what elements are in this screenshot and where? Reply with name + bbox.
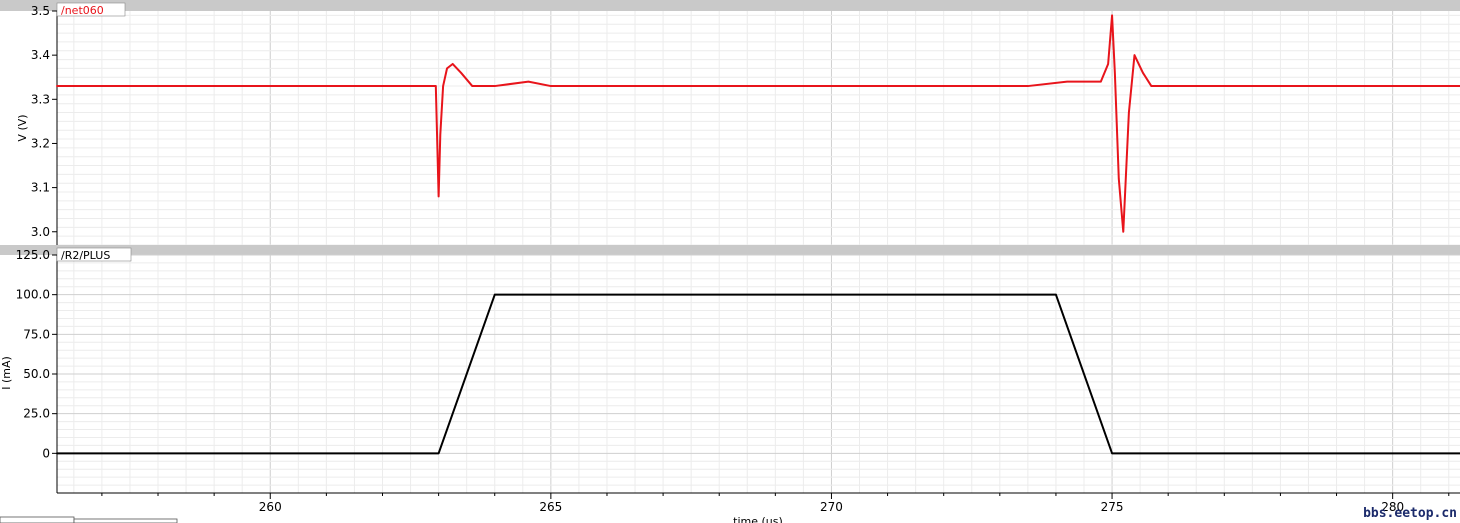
voltage-y-tick-label: 3.5 bbox=[31, 4, 50, 18]
status-box-secondary[interactable] bbox=[73, 518, 178, 523]
current-y-tick-label: 100.0 bbox=[16, 288, 50, 302]
watermark: bbs.eetop.cn bbox=[1363, 506, 1457, 521]
voltage-y-axis-label: V (V) bbox=[16, 114, 29, 141]
current-trace-name: /R2/PLUS bbox=[61, 249, 110, 262]
time-x-tick-label: 270 bbox=[820, 500, 843, 514]
voltage-y-tick-label: 3.3 bbox=[31, 92, 50, 106]
time-x-tick-label: 265 bbox=[539, 500, 562, 514]
waveform-viewer: /net060 3.0 3.1 3.2 3.3 3.4 3.5 V (V) /R2/PLU… bbox=[0, 0, 1460, 523]
current-y-axis-label: I (mA) bbox=[0, 356, 13, 390]
top-strip bbox=[0, 0, 1460, 11]
current-panel: /R2/PLUS 025.050.075.0100.0125.0 I (mA) … bbox=[0, 247, 1460, 523]
voltage-trace-name: /net060 bbox=[61, 4, 104, 17]
current-y-tick-label: 25.0 bbox=[23, 407, 50, 421]
current-y-tick-label: 75.0 bbox=[23, 327, 50, 341]
panel-separator[interactable] bbox=[0, 245, 1460, 255]
voltage-y-tick-label: 3.2 bbox=[31, 136, 50, 150]
voltage-y-tick-label: 3.4 bbox=[31, 48, 50, 62]
time-x-tick-label: 260 bbox=[259, 500, 282, 514]
voltage-panel: /net060 3.0 3.1 3.2 3.3 3.4 3.5 V (V) bbox=[16, 2, 1460, 246]
current-y-tick-label: 50.0 bbox=[23, 367, 50, 381]
status-box[interactable] bbox=[0, 516, 75, 523]
time-x-axis-label: time (us) bbox=[733, 515, 783, 523]
current-y-tick-label: 0 bbox=[42, 446, 50, 460]
current-y-tick-label: 125.0 bbox=[16, 248, 50, 262]
voltage-y-tick-label: 3.0 bbox=[31, 225, 50, 239]
voltage-y-tick-label: 3.1 bbox=[31, 181, 50, 195]
time-x-tick-label: 275 bbox=[1101, 500, 1124, 514]
